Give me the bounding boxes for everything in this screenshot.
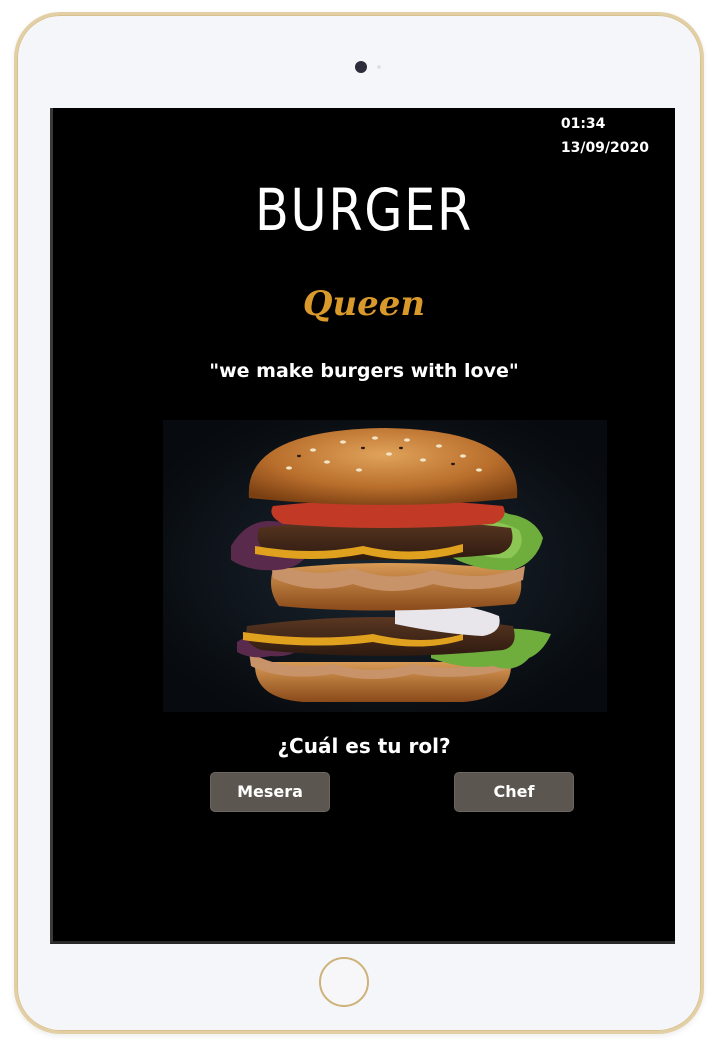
tablet-frame: 01:34 13/09/2020 BURGER Queen "we make b… xyxy=(14,12,704,1034)
burger-image xyxy=(163,420,607,712)
chef-button[interactable]: Chef xyxy=(454,772,574,812)
home-button[interactable] xyxy=(319,957,369,1007)
status-date: 13/09/2020 xyxy=(560,140,649,156)
brand-slogan: "we make burgers with love" xyxy=(209,360,519,382)
status-area: 01:34 13/09/2020 xyxy=(561,112,649,160)
brand-subtitle: Queen xyxy=(302,284,426,324)
role-question: ¿Cuál es tu rol? xyxy=(277,734,451,758)
app-screen: 01:34 13/09/2020 BURGER Queen "we make b… xyxy=(50,108,675,944)
brand-title: BURGER xyxy=(255,176,473,244)
status-time: 01:34 xyxy=(560,116,606,132)
sensor-icon xyxy=(377,65,381,69)
camera-icon xyxy=(355,61,367,73)
burger-photo-icon xyxy=(163,420,607,712)
mesera-button[interactable]: Mesera xyxy=(210,772,330,812)
